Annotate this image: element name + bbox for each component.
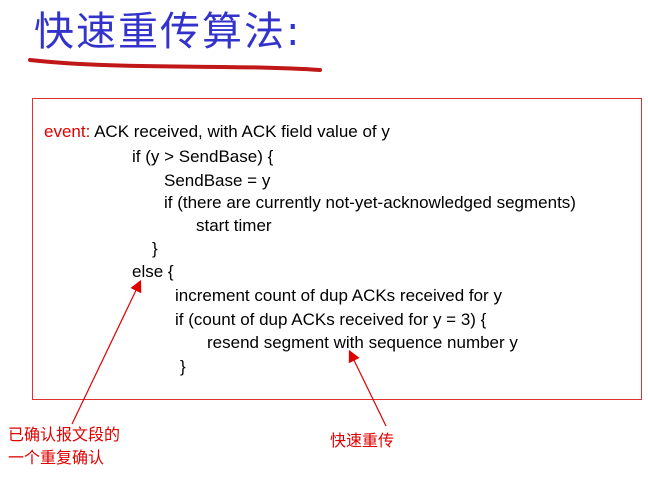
fast-retransmit-note: 快速重传 bbox=[330, 431, 395, 450]
code-line: if (count of dup ACKs received for y = 3… bbox=[175, 310, 487, 329]
code-line: else { bbox=[132, 262, 174, 281]
pseudocode-box bbox=[32, 98, 642, 400]
dup-ack-note-line1: 已确认报文段的 bbox=[8, 425, 121, 444]
event-text: ACK received, with ACK field value of y bbox=[90, 122, 390, 141]
slide-title: 快速重传算法: bbox=[34, 9, 302, 55]
event-keyword: event: bbox=[44, 122, 91, 141]
code-line: } bbox=[180, 357, 186, 376]
code-line: start timer bbox=[196, 216, 272, 235]
dup-ack-note-line2: 一个重复确认 bbox=[8, 448, 105, 467]
code-line: SendBase = y bbox=[164, 171, 271, 190]
code-line: increment count of dup ACKs received for… bbox=[175, 286, 502, 305]
code-line: if (y > SendBase) { bbox=[132, 147, 274, 166]
code-line: resend segment with sequence number y bbox=[207, 333, 518, 352]
code-line: if (there are currently not-yet-acknowle… bbox=[164, 193, 576, 212]
code-line: } bbox=[152, 239, 158, 258]
event-line: event: ACK received, with ACK field valu… bbox=[44, 122, 390, 142]
